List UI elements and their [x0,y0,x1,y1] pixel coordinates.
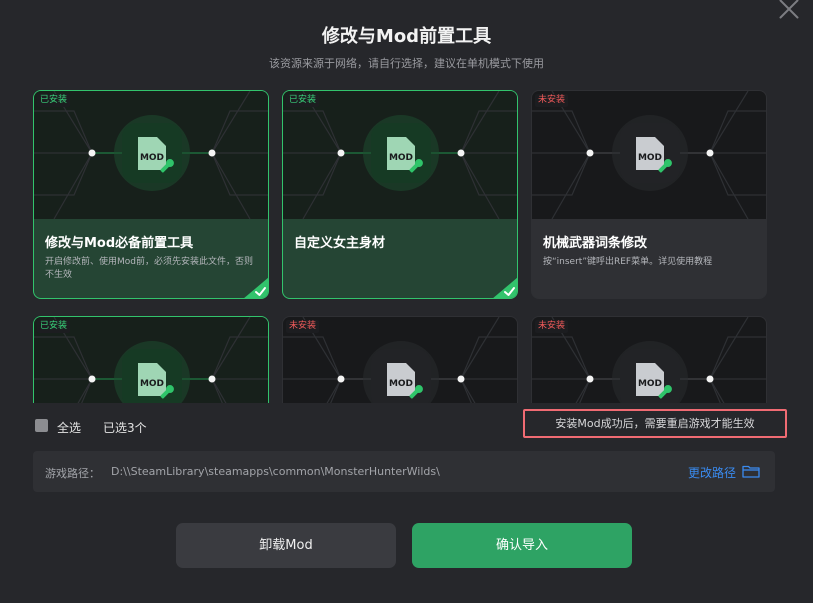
mod-file-icon: MOD [34,91,268,219]
select-all-label[interactable]: 全选 [57,419,81,436]
selected-count: 已选3个 [103,421,147,435]
svg-text:MOD: MOD [638,153,662,163]
install-status-badge: 已安装 [37,320,71,333]
svg-text:MOD: MOD [389,379,413,389]
selection-footer: 全选 已选3个 安装Mod成功后，需要重启游戏才能生效 [33,409,793,440]
mod-card[interactable]: MOD 已安装 自定义女主身材 [282,90,518,299]
install-status-badge: 已安装 [286,94,320,107]
card-description: 按“insert”键呼出REF菜单。详见使用教程 [543,257,713,267]
card-title: 修改与Mod必备前置工具 [45,236,194,251]
check-icon [244,277,268,298]
game-path-bar: 游戏路径： D:\\SteamLibrary\steamapps\common\… [33,451,775,492]
check-icon [493,277,517,298]
select-all-checkbox[interactable] [35,419,48,432]
install-status-badge: 未安装 [535,320,569,333]
mod-card[interactable]: MOD 已安装 修改与Mod必备前置工具 开启修改前、使用Mod前，必须先安装此… [33,90,269,299]
card-description: 开启修改前、使用Mod前，必须先安装此文件，否则不生效 [45,257,253,280]
svg-text:MOD: MOD [638,379,662,389]
confirm-import-button[interactable]: 确认导入 [412,523,632,568]
game-path-label: 游戏路径： [45,467,100,480]
mod-file-icon: MOD [532,91,766,219]
mod-card[interactable]: MOD 未安装 [282,316,518,403]
install-status-badge: 未安装 [535,94,569,107]
svg-text:MOD: MOD [140,153,164,163]
mod-card[interactable]: MOD 已安装 [33,316,269,403]
svg-text:MOD: MOD [140,379,164,389]
card-thumbnail: MOD [283,91,517,219]
dialog-title: 修改与Mod前置工具 [321,26,492,47]
mod-card[interactable]: MOD 未安装 [531,316,767,403]
folder-icon[interactable] [742,464,760,478]
close-icon[interactable] [776,0,802,22]
card-thumbnail: MOD [34,91,268,219]
restart-notice: 安装Mod成功后，需要重启游戏才能生效 [523,409,787,438]
mod-card[interactable]: MOD 未安装 机械武器词条修改 按“insert”键呼出REF菜单。详见使用教… [531,90,767,299]
uninstall-mod-button[interactable]: 卸载Mod [176,523,396,568]
mod-card-grid: MOD 已安装 修改与Mod必备前置工具 开启修改前、使用Mod前，必须先安装此… [33,90,773,403]
install-status-badge: 未安装 [286,320,320,333]
dialog-subtitle: 该资源来源于网络，请自行选择，建议在单机模式下使用 [269,57,544,70]
install-status-badge: 已安装 [37,94,71,107]
svg-text:MOD: MOD [389,153,413,163]
mod-file-icon: MOD [283,91,517,219]
change-path-link[interactable]: 更改路径 [688,464,736,481]
card-thumbnail: MOD [532,91,766,219]
card-title: 机械武器词条修改 [543,236,648,251]
game-path-value: D:\\SteamLibrary\steamapps\common\Monste… [111,465,440,478]
card-title: 自定义女主身材 [294,236,386,251]
